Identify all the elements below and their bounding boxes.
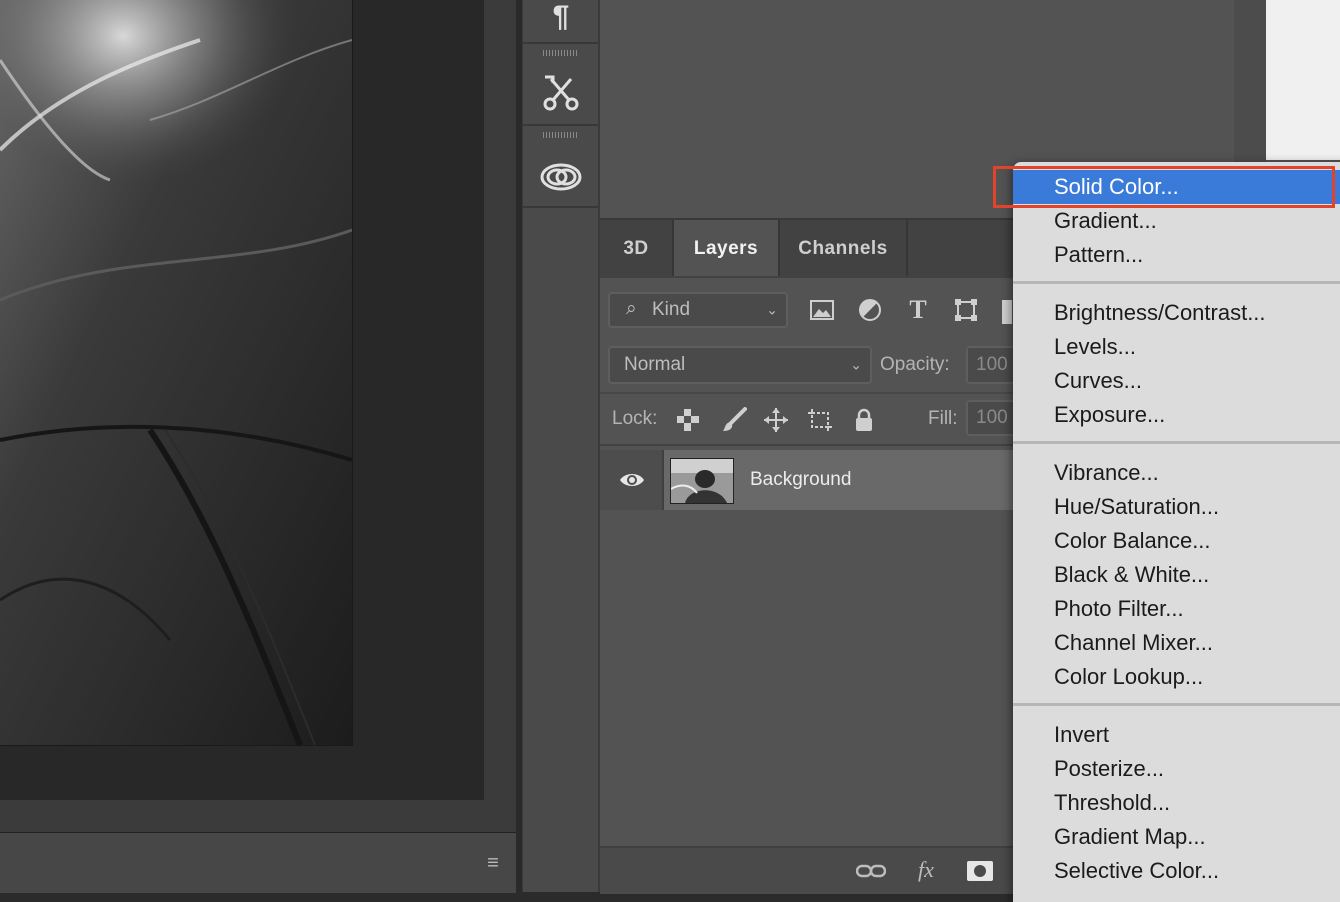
chevron-down-icon: ⌄ bbox=[766, 301, 778, 318]
document-image[interactable] bbox=[0, 0, 353, 746]
link-layers-icon[interactable] bbox=[856, 858, 886, 884]
tab-divider bbox=[906, 220, 908, 276]
menu-item-threshold[interactable]: Threshold... bbox=[1013, 786, 1340, 820]
menu-item-levels[interactable]: Levels... bbox=[1013, 330, 1340, 364]
search-icon: ⌕ bbox=[626, 298, 637, 319]
fill-label: Fill: bbox=[928, 408, 958, 429]
fill-value: 100 bbox=[976, 407, 1008, 428]
filter-pixel-icon[interactable] bbox=[808, 296, 836, 324]
menu-item-pattern[interactable]: Pattern... bbox=[1013, 238, 1340, 272]
lock-transparent-pixels-icon[interactable] bbox=[676, 408, 700, 432]
status-bar bbox=[0, 832, 516, 893]
scissors-wrench-icon bbox=[543, 75, 579, 111]
menu-item-color-balance[interactable]: Color Balance... bbox=[1013, 524, 1340, 558]
new-fill-adjustment-layer-menu: Solid Color... Gradient... Pattern... Br… bbox=[1013, 162, 1340, 902]
status-menu-icon[interactable]: ≡ bbox=[480, 852, 506, 874]
creative-cloud-icon bbox=[540, 163, 582, 191]
background-window-edge bbox=[1266, 0, 1340, 160]
menu-separator bbox=[1013, 281, 1340, 284]
lock-image-pixels-icon[interactable] bbox=[720, 406, 748, 434]
menu-item-color-lookup[interactable]: Color Lookup... bbox=[1013, 660, 1340, 694]
menu-item-posterize[interactable]: Posterize... bbox=[1013, 752, 1340, 786]
filter-kind-label: Kind bbox=[652, 299, 691, 320]
menu-item-photo-filter[interactable]: Photo Filter... bbox=[1013, 592, 1340, 626]
filter-shape-icon[interactable] bbox=[952, 296, 980, 324]
opacity-label: Opacity: bbox=[880, 354, 950, 375]
tab-channels[interactable]: Channels bbox=[780, 220, 906, 276]
lock-artboard-icon[interactable] bbox=[806, 406, 834, 434]
highlight-annotation-box bbox=[993, 166, 1335, 208]
filter-adjustment-icon[interactable] bbox=[856, 296, 884, 324]
lock-position-icon[interactable] bbox=[762, 406, 790, 434]
filter-smart-object-icon[interactable] bbox=[1002, 300, 1012, 324]
filter-type-icon[interactable]: T bbox=[904, 295, 932, 324]
lock-all-icon[interactable] bbox=[852, 406, 876, 434]
menu-separator bbox=[1013, 703, 1340, 706]
menu-item-black-white[interactable]: Black & White... bbox=[1013, 558, 1340, 592]
strip-divider bbox=[523, 42, 599, 44]
add-mask-icon[interactable] bbox=[966, 858, 994, 884]
menu-item-channel-mixer[interactable]: Channel Mixer... bbox=[1013, 626, 1340, 660]
menu-item-gradient-map[interactable]: Gradient Map... bbox=[1013, 820, 1340, 854]
vertical-scrollbar[interactable] bbox=[484, 0, 516, 832]
tab-layers[interactable]: Layers bbox=[674, 220, 778, 276]
menu-item-hue-saturation[interactable]: Hue/Saturation... bbox=[1013, 490, 1340, 524]
tab-3d[interactable]: 3D bbox=[600, 220, 672, 276]
lock-label: Lock: bbox=[612, 408, 658, 429]
menu-item-selective-color[interactable]: Selective Color... bbox=[1013, 854, 1340, 888]
filter-kind-select[interactable]: ⌕ Kind ⌄ bbox=[608, 292, 788, 328]
layer-name: Background bbox=[750, 469, 852, 490]
chevron-down-icon: ⌄ bbox=[850, 356, 862, 373]
menu-item-vibrance[interactable]: Vibrance... bbox=[1013, 456, 1340, 490]
blend-mode-value: Normal bbox=[624, 354, 686, 375]
opacity-value: 100 bbox=[976, 354, 1008, 375]
menu-item-brightness-contrast[interactable]: Brightness/Contrast... bbox=[1013, 296, 1340, 330]
menu-item-gradient[interactable]: Gradient... bbox=[1013, 204, 1340, 238]
strip-divider bbox=[523, 124, 599, 126]
layer-thumbnail[interactable] bbox=[670, 458, 734, 504]
paragraph-panel-button[interactable]: ¶ bbox=[523, 0, 599, 54]
menu-item-invert[interactable]: Invert bbox=[1013, 718, 1340, 752]
collapsed-panel-strip: ¶ bbox=[522, 0, 599, 892]
menu-item-curves[interactable]: Curves... bbox=[1013, 364, 1340, 398]
libraries-button[interactable] bbox=[523, 138, 599, 212]
eye-icon[interactable] bbox=[618, 468, 646, 492]
blend-mode-select[interactable]: Normal ⌄ bbox=[608, 346, 872, 384]
menu-item-exposure[interactable]: Exposure... bbox=[1013, 398, 1340, 432]
horizontal-scrollbar[interactable] bbox=[0, 800, 484, 832]
tool-presets-button[interactable] bbox=[523, 56, 599, 130]
menu-separator bbox=[1013, 441, 1340, 444]
layer-style-icon[interactable]: fx bbox=[912, 856, 940, 884]
pilcrow-icon: ¶ bbox=[552, 0, 570, 33]
strip-divider bbox=[523, 206, 599, 208]
